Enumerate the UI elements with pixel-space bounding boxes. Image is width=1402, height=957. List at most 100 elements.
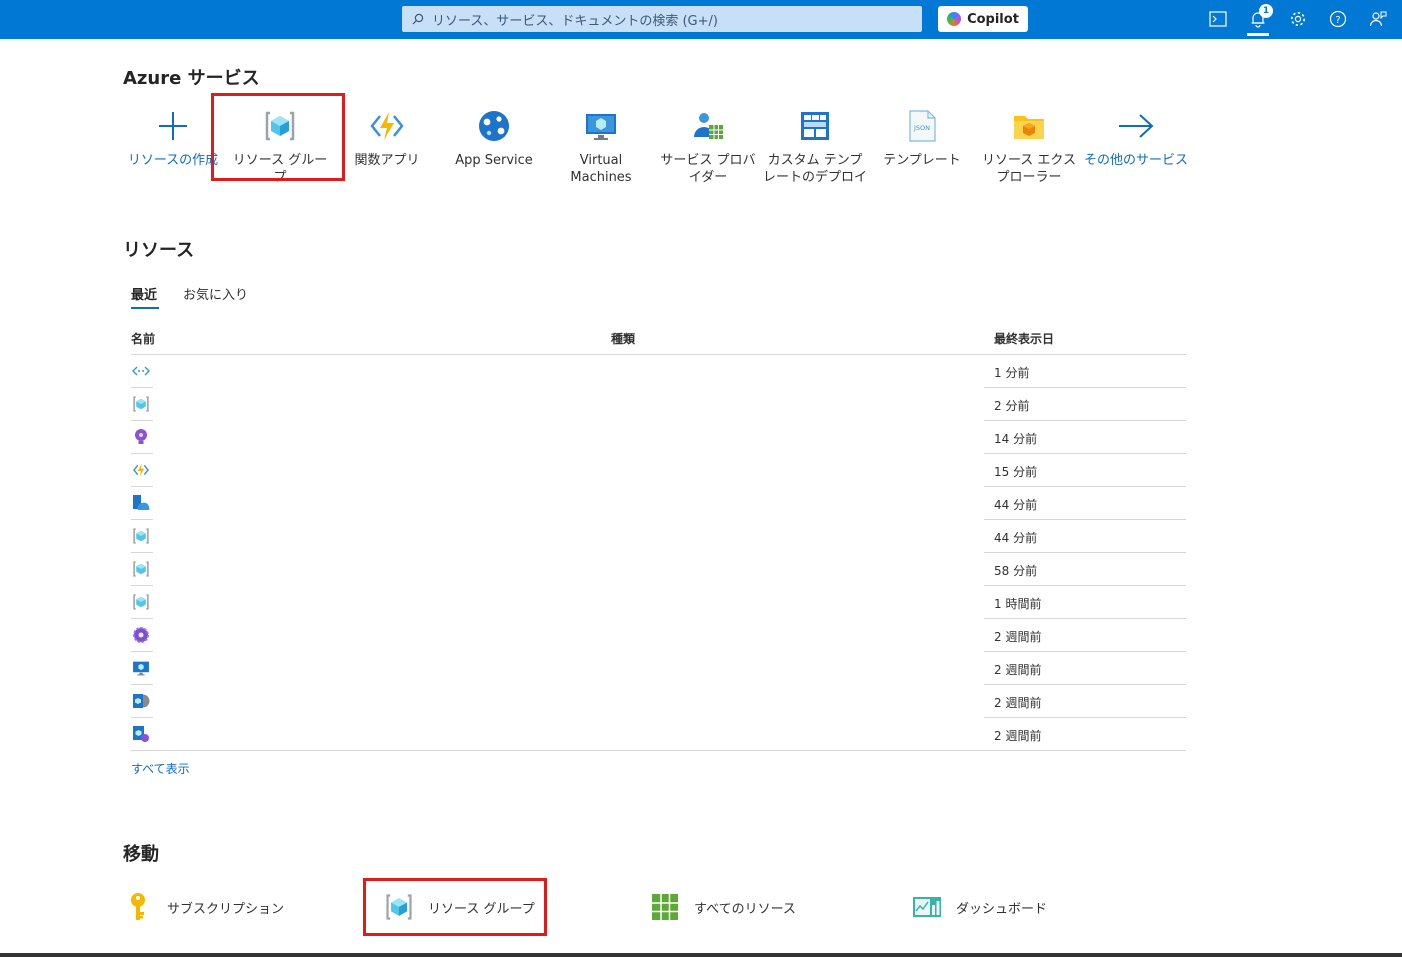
service-label: Virtual Machines [570, 153, 632, 185]
template-deploy-icon [763, 104, 867, 148]
highlight-box-resource-groups-nav [363, 878, 547, 936]
table-row[interactable]: 44 分前 [131, 487, 1186, 520]
nav-label: サブスクリプション [167, 901, 285, 917]
service-label: リソース エクスプローラー [981, 153, 1077, 185]
service-custom-template-deploy[interactable]: カスタム テンプレートのデプロイ [763, 104, 867, 186]
table-row[interactable]: 2 週間前 [131, 619, 1186, 652]
notification-bell-icon[interactable]: 1 [1247, 4, 1273, 30]
navigate-title: 移動 [123, 844, 159, 865]
nav-dashboard[interactable]: ダッシュボード [912, 892, 1047, 922]
service-label: 関数アプリ [354, 153, 420, 168]
service-function-app[interactable]: 関数アプリ [335, 104, 439, 169]
key-icon [123, 892, 153, 922]
service-label: その他のサービス [1084, 153, 1189, 168]
service-label: サービス プロバイダー [660, 153, 756, 185]
service-app-service[interactable]: App Service [442, 104, 546, 169]
nav-subscriptions[interactable]: サブスクリプション [123, 892, 284, 922]
active-tab-indicator [131, 307, 159, 309]
table-row[interactable]: 2 分前 [131, 388, 1186, 421]
nav-label: すべてのリソース [694, 901, 796, 917]
search-icon [412, 13, 424, 25]
sql-server-icon [131, 692, 151, 710]
column-header-name[interactable]: 名前 [131, 330, 155, 347]
column-header-type[interactable]: 種類 [611, 330, 635, 347]
notification-badge: 1 [1259, 4, 1273, 18]
svg-text:?: ? [1335, 15, 1340, 26]
application-insights-icon [131, 428, 151, 446]
cloud-shell-icon[interactable] [1207, 8, 1229, 30]
service-label: カスタム テンプレートのデプロイ [763, 153, 868, 185]
show-all-link[interactable]: すべて表示 [131, 760, 190, 777]
feedback-icon[interactable] [1367, 8, 1389, 30]
virtual-machine-icon [131, 659, 151, 677]
tab-favorites[interactable]: お気に入り [183, 284, 248, 303]
resource-explorer-icon [977, 104, 1081, 148]
last-viewed-cell: 2 週間前 [994, 630, 1042, 644]
virtual-machine-icon [549, 104, 653, 148]
arrow-right-icon [1084, 104, 1188, 148]
table-row[interactable]: 1 時間前 [131, 586, 1186, 619]
service-service-provider[interactable]: サービス プロバイダー [656, 104, 760, 186]
bottom-edge-bar [0, 953, 1402, 957]
resource-group-icon [131, 560, 151, 578]
resources-title: リソース [123, 240, 195, 261]
last-viewed-cell: 2 週間前 [994, 696, 1042, 710]
top-bar: リソース、サービス、ドキュメントの検索 (G+/) Copilot 1 ? [0, 0, 1402, 39]
help-icon[interactable]: ? [1327, 8, 1349, 30]
table-row[interactable]: 1 分前 [131, 355, 1186, 388]
settings-gear-icon[interactable] [1287, 8, 1309, 30]
last-viewed-cell: 1 時間前 [994, 597, 1042, 611]
copilot-icon [947, 12, 962, 26]
resource-group-icon [131, 527, 151, 545]
function-app-icon [335, 104, 439, 148]
global-search-input[interactable]: リソース、サービス、ドキュメントの検索 (G+/) [402, 6, 922, 32]
notification-active-indicator [1247, 33, 1269, 36]
column-header-last-viewed[interactable]: 最終表示日 [994, 330, 1054, 347]
table-bottom-divider [131, 750, 1186, 751]
copilot-button[interactable]: Copilot [938, 6, 1028, 32]
last-viewed-cell: 58 分前 [994, 564, 1038, 578]
last-viewed-cell: 2 分前 [994, 399, 1030, 413]
app-service-plan-icon [131, 494, 151, 512]
service-label: App Service [455, 153, 533, 168]
nav-label: ダッシュボード [956, 901, 1048, 917]
function-app-icon [131, 461, 151, 479]
search-placeholder: リソース、サービス、ドキュメントの検索 (G+/) [432, 13, 718, 29]
table-row[interactable]: 15 分前 [131, 454, 1186, 487]
last-viewed-cell: 2 週間前 [994, 729, 1042, 743]
copilot-label: Copilot [967, 11, 1019, 27]
tab-recent[interactable]: 最近 [131, 284, 157, 303]
json-template-icon: JSON [870, 104, 974, 148]
table-row[interactable]: 44 分前 [131, 520, 1186, 553]
service-virtual-machines[interactable]: Virtual Machines [549, 104, 653, 186]
grid-icon [650, 892, 680, 922]
table-row[interactable]: 2 週間前 [131, 685, 1186, 718]
service-label: テンプレート [883, 153, 961, 168]
table-row[interactable]: 14 分前 [131, 421, 1186, 454]
nav-all-resources[interactable]: すべてのリソース [650, 892, 796, 922]
highlight-box-resource-groups-service [211, 93, 345, 181]
service-more-services[interactable]: その他のサービス [1084, 104, 1188, 169]
last-viewed-cell: 1 分前 [994, 366, 1030, 380]
service-label: リソースの作成 [127, 153, 219, 168]
last-viewed-cell: 14 分前 [994, 432, 1038, 446]
last-viewed-cell: 44 分前 [994, 531, 1038, 545]
service-provider-icon [656, 104, 760, 148]
resource-group-icon [131, 593, 151, 611]
azure-services-title: Azure サービス [123, 68, 260, 89]
gear-service-icon [131, 626, 151, 644]
table-row[interactable]: 58 分前 [131, 553, 1186, 586]
private-endpoint-icon [131, 362, 151, 380]
last-viewed-cell: 15 分前 [994, 465, 1038, 479]
service-templates[interactable]: JSON テンプレート [870, 104, 974, 169]
service-create-resource[interactable]: リソースの作成 [121, 104, 225, 169]
service-resource-explorer[interactable]: リソース エクスプローラー [977, 104, 1081, 186]
plus-icon [121, 104, 225, 148]
dashboard-icon [912, 892, 942, 922]
sql-database-icon [131, 725, 151, 743]
last-viewed-cell: 44 分前 [994, 498, 1038, 512]
table-row[interactable]: 2 週間前 [131, 718, 1186, 751]
app-service-icon [442, 104, 546, 148]
table-row[interactable]: 2 週間前 [131, 652, 1186, 685]
svg-text:JSON: JSON [913, 124, 930, 132]
